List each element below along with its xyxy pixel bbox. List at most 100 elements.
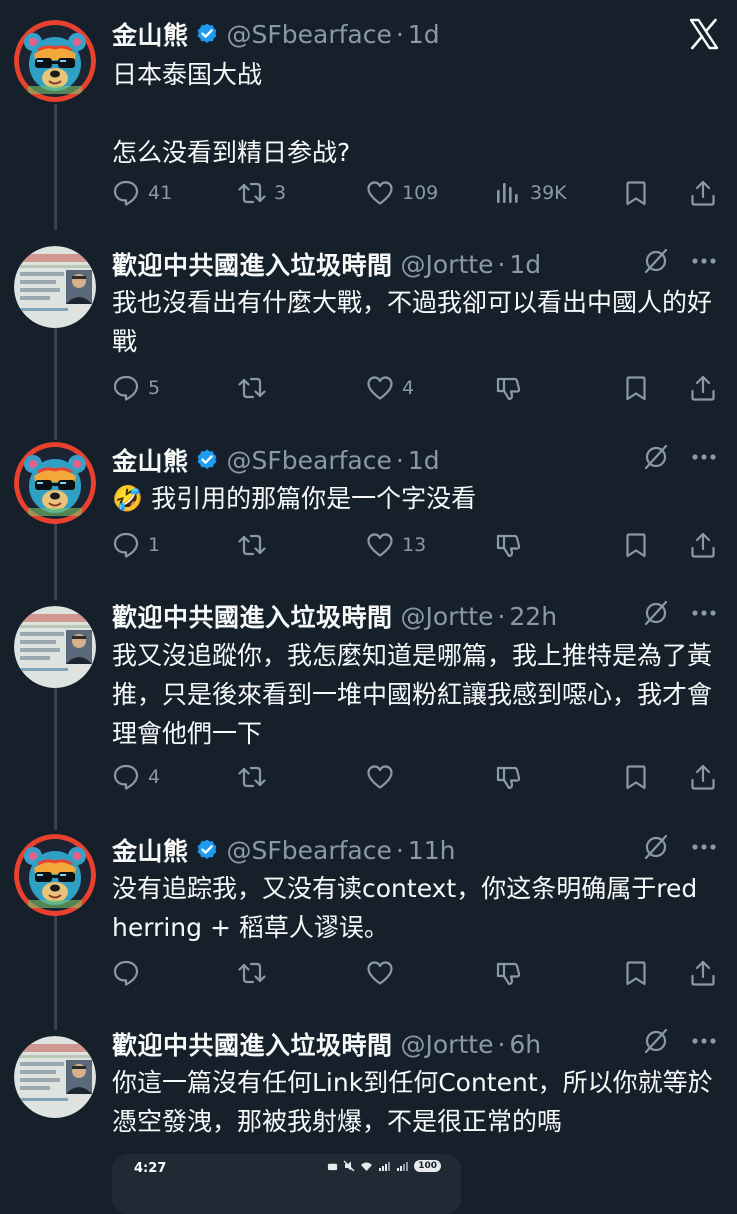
- verified-badge-icon: [195, 838, 219, 862]
- timestamp[interactable]: 1d: [509, 250, 541, 279]
- display-name[interactable]: 歡迎中共國進入垃圾時間: [112, 246, 393, 282]
- tweet-header: 金山熊 @SFbearface · 1d: [112, 14, 717, 54]
- bookmark-button[interactable]: [622, 173, 650, 213]
- avatar[interactable]: [14, 20, 96, 102]
- share-button[interactable]: [689, 953, 717, 993]
- bookmark-icon: [626, 376, 646, 401]
- more-options-icon[interactable]: [691, 600, 717, 626]
- reply-button[interactable]: 4: [112, 757, 160, 797]
- dislike-button[interactable]: [494, 757, 522, 797]
- handle[interactable]: @Jortte: [401, 602, 494, 631]
- share-button[interactable]: [689, 368, 717, 408]
- retweet-count: 3: [274, 182, 287, 204]
- timestamp[interactable]: 1d: [408, 446, 440, 475]
- grok-icon[interactable]: [643, 600, 669, 626]
- handle[interactable]: @SFbearface: [227, 446, 392, 475]
- tweet-header: 金山熊 @SFbearface · 1d: [112, 440, 717, 480]
- heart-icon: [367, 376, 393, 400]
- like-button[interactable]: 4: [366, 368, 414, 408]
- display-name[interactable]: 金山熊: [112, 16, 189, 52]
- more-options-icon[interactable]: [691, 444, 717, 470]
- views-button[interactable]: 39K: [494, 173, 567, 213]
- handle[interactable]: @Jortte: [401, 250, 494, 279]
- tweet[interactable]: 歡迎中共國進入垃圾時間 @Jortte · 1d 我也沒看出有什麼大戰，不過我卻…: [0, 232, 737, 428]
- action-bar: [108, 953, 720, 993]
- reply-count: 5: [148, 377, 161, 399]
- retweet-button[interactable]: [238, 953, 266, 993]
- reply-button[interactable]: 41: [112, 173, 172, 213]
- reply-count: 1: [148, 534, 161, 556]
- view-count: 39K: [530, 182, 567, 204]
- embedded-screenshot[interactable]: 4:27 100: [112, 1154, 461, 1214]
- share-icon: [691, 532, 715, 558]
- handle[interactable]: @SFbearface: [227, 836, 392, 865]
- avatar[interactable]: [14, 442, 96, 524]
- like-button[interactable]: [366, 757, 394, 797]
- reply-icon: [113, 180, 139, 206]
- timestamp[interactable]: 22h: [509, 602, 557, 631]
- grok-icon[interactable]: [643, 444, 669, 470]
- retweet-button[interactable]: 3: [238, 173, 286, 213]
- like-button[interactable]: [366, 953, 394, 993]
- reply-button[interactable]: [112, 953, 140, 993]
- dislike-icon: [496, 766, 521, 790]
- grok-icon[interactable]: [643, 1028, 669, 1054]
- id-card-avatar-icon: [14, 606, 96, 688]
- reply-icon: [113, 764, 139, 790]
- views-icon: [497, 183, 518, 203]
- retweet-button[interactable]: [238, 525, 274, 565]
- dislike-button[interactable]: [494, 525, 522, 565]
- heart-icon: [367, 765, 393, 789]
- retweet-icon: [238, 377, 266, 399]
- more-options-icon[interactable]: [691, 834, 717, 860]
- share-button[interactable]: [689, 757, 717, 797]
- retweet-icon: [238, 962, 266, 984]
- tweet[interactable]: 歡迎中共國進入垃圾時間 @Jortte · 22h 我又沒追蹤你，我怎麼知道是哪…: [0, 592, 737, 822]
- share-button[interactable]: [689, 173, 717, 213]
- grok-icon[interactable]: [643, 248, 669, 274]
- grok-icon[interactable]: [643, 834, 669, 860]
- like-button[interactable]: 13: [366, 525, 426, 565]
- tweet[interactable]: 金山熊 @SFbearface · 1d 日本泰国大战 怎么没看到精日参战? 4…: [0, 0, 737, 232]
- retweet-button[interactable]: [238, 757, 266, 797]
- display-name[interactable]: 歡迎中共國進入垃圾時間: [112, 1026, 393, 1062]
- avatar[interactable]: [14, 246, 96, 328]
- reply-button[interactable]: 5: [112, 368, 160, 408]
- handle[interactable]: @SFbearface: [227, 20, 392, 49]
- like-button[interactable]: 109: [366, 173, 438, 213]
- more-options-icon[interactable]: [691, 1028, 717, 1054]
- avatar[interactable]: [14, 834, 96, 916]
- timestamp[interactable]: 11h: [408, 836, 456, 865]
- verified-badge-icon: [195, 448, 219, 472]
- like-count: 4: [402, 377, 415, 399]
- handle[interactable]: @Jortte: [401, 1030, 494, 1059]
- tweet-text: 你這一篇沒有任何Link到任何Content，所以你就等於憑空發洩，那被我射爆，…: [112, 1068, 713, 1136]
- avatar[interactable]: [14, 606, 96, 688]
- bookmark-button[interactable]: [622, 368, 650, 408]
- bookmark-button[interactable]: [622, 525, 650, 565]
- bookmark-button[interactable]: [622, 757, 650, 797]
- avatar[interactable]: [14, 1036, 96, 1118]
- share-icon: [691, 180, 715, 206]
- display-name[interactable]: 金山熊: [112, 832, 189, 868]
- more-options-icon[interactable]: [691, 248, 717, 274]
- reply-icon: [113, 375, 139, 401]
- share-button[interactable]: [689, 525, 717, 565]
- dislike-button[interactable]: [494, 368, 522, 408]
- retweet-icon: [238, 766, 266, 788]
- tweet[interactable]: 金山熊 @SFbearface · 1d 🤣 我引用的那篇你是一个字没看 1 1…: [0, 428, 737, 592]
- display-name[interactable]: 金山熊: [112, 442, 189, 478]
- timestamp[interactable]: 1d: [408, 20, 440, 49]
- action-bar: 41 3 109 39K: [108, 173, 720, 213]
- timestamp[interactable]: 6h: [509, 1030, 541, 1059]
- retweet-button[interactable]: [238, 368, 274, 408]
- bookmark-icon: [626, 961, 646, 986]
- reply-icon: [113, 532, 139, 558]
- bookmark-button[interactable]: [622, 953, 650, 993]
- heart-icon: [367, 181, 393, 205]
- dislike-button[interactable]: [494, 953, 522, 993]
- tweet[interactable]: 金山熊 @SFbearface · 11h 没有追踪我，又没有读context，…: [0, 822, 737, 1022]
- display-name[interactable]: 歡迎中共國進入垃圾時間: [112, 598, 393, 634]
- bear-avatar-icon: [14, 20, 96, 102]
- reply-button[interactable]: 1: [112, 525, 160, 565]
